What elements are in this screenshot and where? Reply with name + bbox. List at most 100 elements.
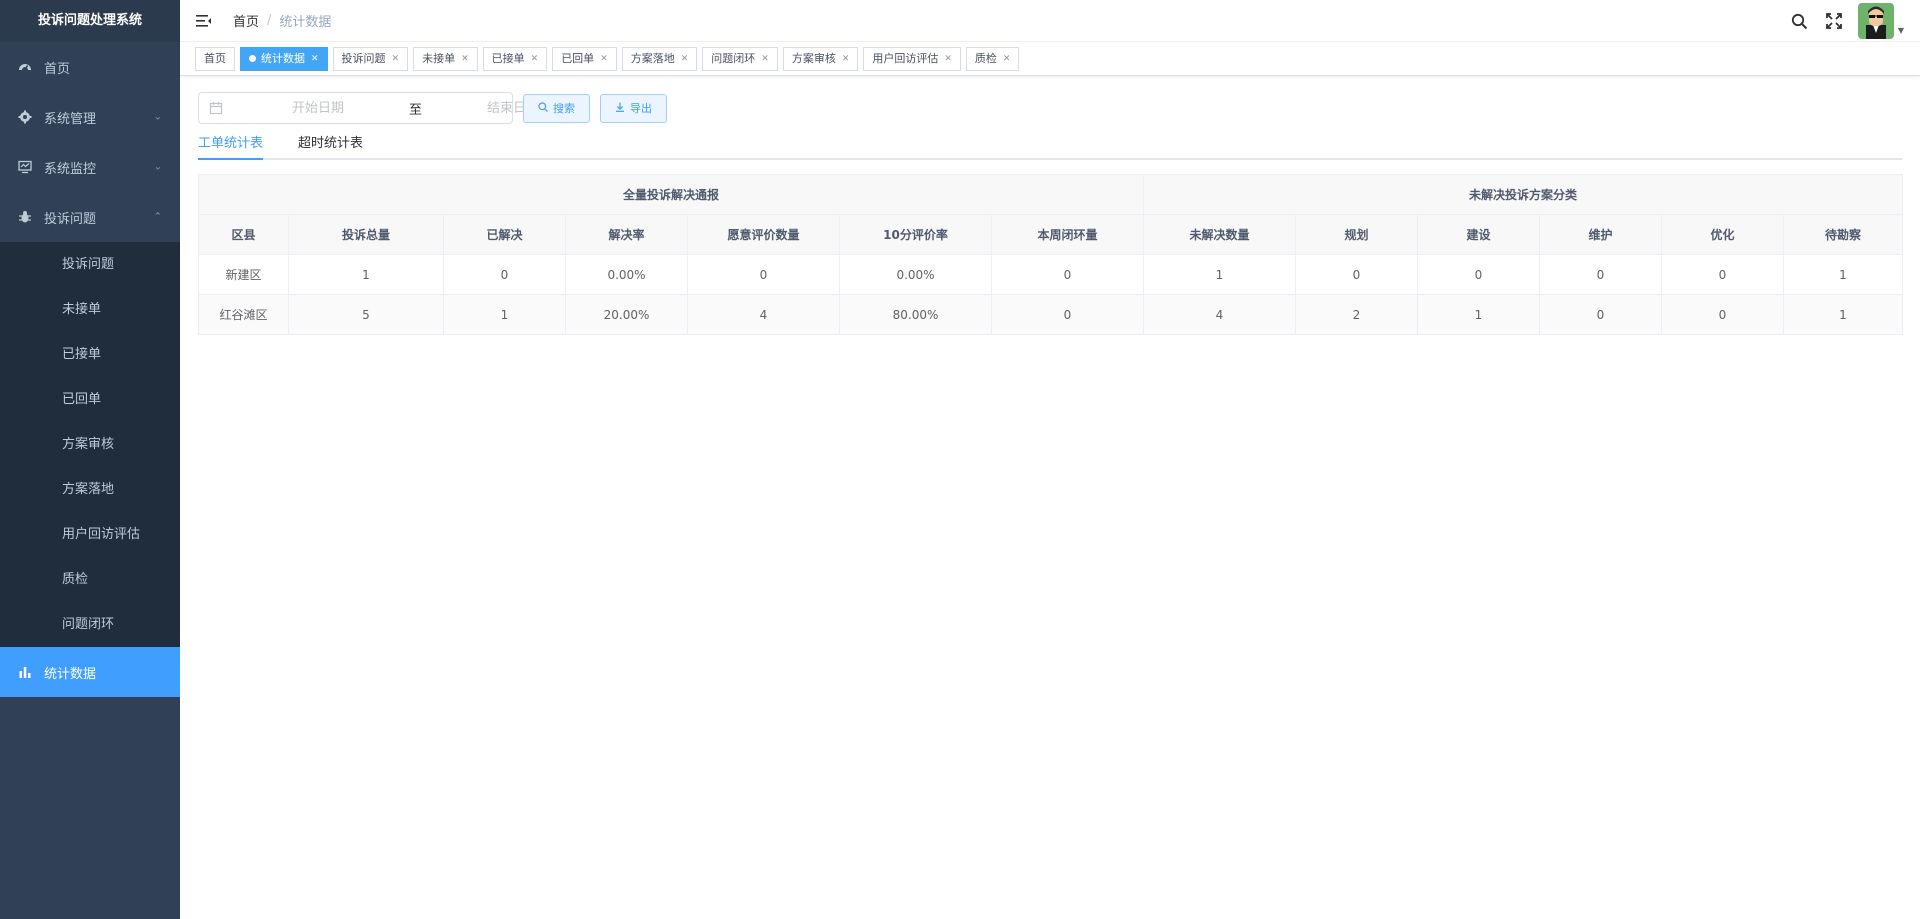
table-cell: 1	[1783, 294, 1903, 335]
column-header: 维护	[1539, 214, 1662, 255]
export-button-label: 导出	[630, 103, 652, 115]
range-separator: 至	[409, 102, 423, 118]
tag-home[interactable]: 首页	[195, 46, 235, 71]
calendar-icon	[209, 101, 223, 115]
submenu-item-issue-closure[interactable]: 问题闭环	[0, 602, 180, 647]
tabs: 工单统计表 超时统计表	[198, 130, 1902, 160]
tag-plan-implementation[interactable]: 方案落地 ✕	[621, 46, 698, 71]
table-row: 红谷滩区 5 1 20.00% 4 80.00% 0 4 2 1 0 0 1	[198, 294, 1903, 335]
tag-unaccepted[interactable]: 未接单 ✕	[413, 46, 478, 71]
submenu-item-quality-check[interactable]: 质检	[0, 557, 180, 602]
column-header: 解决率	[565, 214, 688, 255]
submenu-item-complaints[interactable]: 投诉问题	[0, 242, 180, 287]
sidebar-item-system-management[interactable]: 系统管理 ⌄	[0, 92, 180, 142]
tag-complaints[interactable]: 投诉问题 ✕	[332, 46, 409, 71]
tag-issue-closure[interactable]: 问题闭环 ✕	[702, 46, 778, 71]
tag-label: 未接单	[422, 51, 456, 65]
sidebar-item-statistics[interactable]: 统计数据	[0, 647, 180, 697]
search-button[interactable]: 搜索	[523, 93, 590, 123]
submenu-item-unaccepted[interactable]: 未接单	[0, 287, 180, 332]
tag-statistics[interactable]: 统计数据 ✕	[240, 46, 328, 71]
column-header: 区县	[198, 214, 289, 255]
table-cell: 红谷滩区	[198, 294, 289, 335]
monitor-icon	[18, 160, 32, 174]
close-icon[interactable]: ✕	[842, 48, 850, 70]
breadcrumb: 首页 / 统计数据	[233, 11, 331, 30]
bar-chart-icon	[18, 665, 32, 679]
table-row: 新建区 1 0 0.00% 0 0.00% 0 1 0 0 0 0 1	[198, 254, 1903, 295]
column-header: 10分评价率	[839, 214, 992, 255]
submenu-item-plan-review[interactable]: 方案审核	[0, 422, 180, 467]
chevron-up-icon: ⌃	[153, 211, 162, 223]
table-cell: 1	[288, 254, 444, 295]
column-header: 本周闭环量	[991, 214, 1144, 255]
sidebar-item-label: 投诉问题	[44, 211, 97, 227]
tag-label: 质检	[974, 51, 997, 65]
close-icon[interactable]: ✕	[392, 48, 400, 70]
submenu-item-accepted[interactable]: 已接单	[0, 332, 180, 377]
close-icon[interactable]: ✕	[761, 48, 769, 70]
tag-plan-review[interactable]: 方案审核 ✕	[782, 46, 859, 71]
caret-down-icon[interactable]: ▼	[1898, 26, 1904, 35]
column-header: 投诉总量	[288, 214, 444, 255]
column-header: 建设	[1417, 214, 1540, 255]
table-cell: 0	[687, 254, 840, 295]
sidebar: 投诉问题处理系统 首页 系统管理 ⌄ 系统监控 ⌄ 投诉问题 ⌃ 投诉问题 未接…	[0, 0, 180, 919]
start-date-input[interactable]	[233, 100, 403, 116]
navbar: 首页 / 统计数据 ▼	[180, 0, 1920, 42]
sidebar-item-label: 首页	[44, 61, 71, 77]
sidebar-item-complaints[interactable]: 投诉问题 ⌃	[0, 192, 180, 242]
close-icon[interactable]: ✕	[531, 48, 539, 70]
table-cell: 0	[1539, 294, 1662, 335]
submenu-item-user-followup[interactable]: 用户回访评估	[0, 512, 180, 557]
sidebar-item-system-monitor[interactable]: 系统监控 ⌄	[0, 142, 180, 192]
search-icon[interactable]	[1790, 11, 1810, 31]
complaints-submenu: 投诉问题 未接单 已接单 已回单 方案审核 方案落地 用户回访评估 质检 问题闭…	[0, 242, 180, 647]
table-cell: 0	[1295, 254, 1418, 295]
fullscreen-icon[interactable]	[1824, 11, 1844, 31]
sidebar-item-home[interactable]: 首页	[0, 42, 180, 92]
close-icon[interactable]: ✕	[681, 48, 689, 70]
chevron-down-icon: ⌄	[153, 161, 162, 173]
close-icon[interactable]: ✕	[944, 48, 952, 70]
filter-row: 至 搜索 导出	[198, 92, 1902, 124]
submenu-item-returned[interactable]: 已回单	[0, 377, 180, 422]
tag-label: 统计数据	[261, 51, 305, 65]
tag-label: 首页	[204, 51, 226, 65]
tag-returned[interactable]: 已回单 ✕	[552, 46, 617, 71]
close-icon[interactable]: ✕	[461, 48, 469, 70]
close-icon[interactable]: ✕	[1003, 48, 1011, 70]
tab-work-order-stats[interactable]: 工单统计表	[198, 130, 264, 160]
table-cell: 0.00%	[839, 254, 992, 295]
group-header-unresolved-classification: 未解决投诉方案分类	[1143, 174, 1903, 215]
chevron-down-icon: ⌄	[153, 111, 162, 123]
sidebar-item-label: 系统管理	[44, 111, 97, 127]
close-icon[interactable]: ✕	[600, 48, 608, 70]
tag-user-followup[interactable]: 用户回访评估 ✕	[863, 46, 961, 71]
table-cell: 0	[443, 254, 566, 295]
hamburger-menu-icon[interactable]	[195, 12, 213, 30]
avatar[interactable]	[1857, 3, 1894, 39]
active-dot-icon	[249, 55, 256, 62]
table-cell: 0	[991, 254, 1144, 295]
breadcrumb-current: 统计数据	[279, 15, 332, 30]
tag-quality-check[interactable]: 质检 ✕	[965, 46, 1020, 71]
table-cell: 0	[1417, 254, 1540, 295]
date-range-picker[interactable]: 至	[198, 92, 599, 124]
close-icon[interactable]: ✕	[311, 48, 319, 70]
tag-label: 用户回访评估	[872, 51, 939, 65]
tag-label: 已接单	[491, 51, 525, 65]
breadcrumb-home[interactable]: 首页	[233, 11, 259, 30]
bug-icon	[18, 210, 32, 224]
submenu-item-plan-implementation[interactable]: 方案落地	[0, 467, 180, 512]
column-header: 已解决	[443, 214, 566, 255]
tab-timeout-stats[interactable]: 超时统计表	[298, 130, 363, 158]
table-cell: 0	[991, 294, 1144, 335]
main-area: 首页 / 统计数据 ▼ 首页 统计数据 ✕ 投诉问题 ✕ 未接单 ✕ 已接单 ✕…	[180, 0, 1920, 919]
table-cell: 1	[1417, 294, 1540, 335]
table-cell: 0.00%	[565, 254, 688, 295]
column-header: 愿意评价数量	[687, 214, 840, 255]
tag-accepted[interactable]: 已接单 ✕	[482, 46, 548, 71]
export-button[interactable]: 导出	[600, 93, 667, 123]
search-button-label: 搜索	[553, 103, 575, 115]
